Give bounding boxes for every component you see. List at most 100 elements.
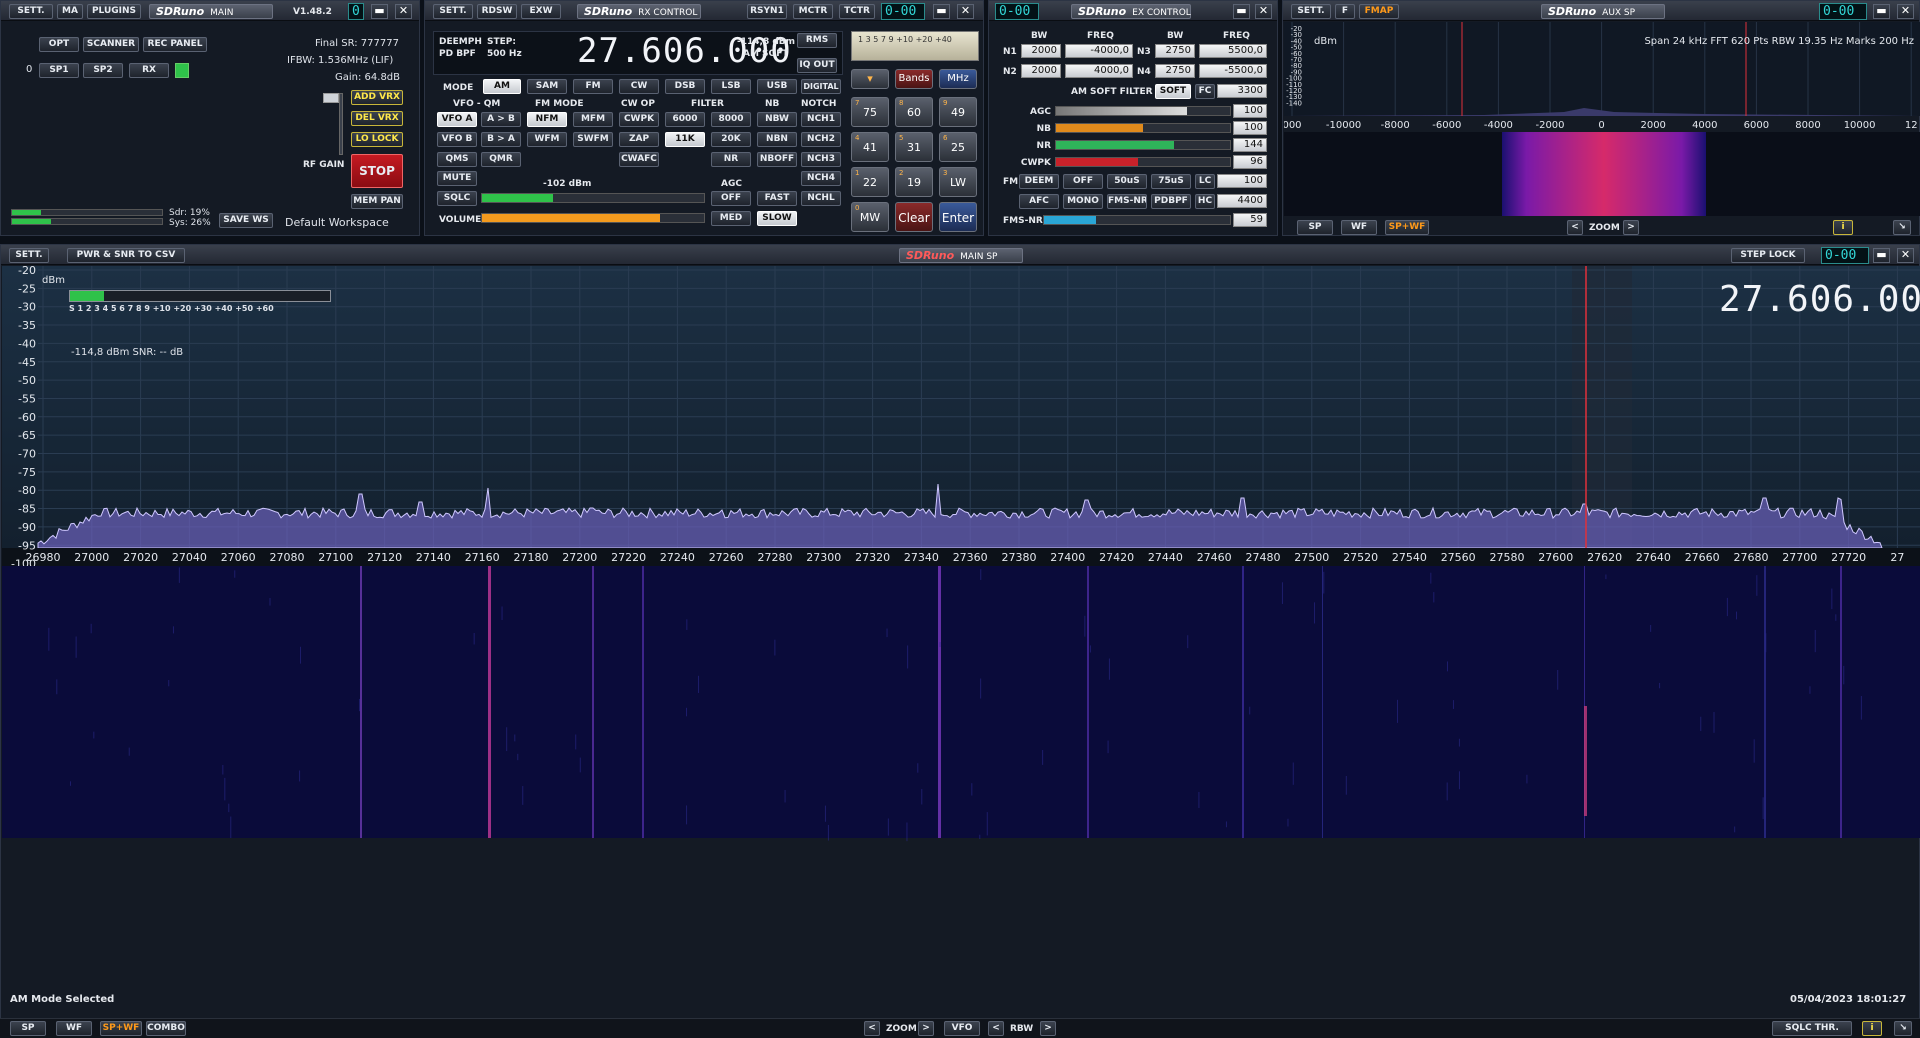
mono-button[interactable]: MONO [1063, 194, 1103, 209]
mode-fm-button[interactable]: FM [573, 79, 613, 94]
mute-button[interactable]: MUTE [437, 171, 477, 186]
aux-spectrum[interactable]: 000 -10000 -8000 -6000 -4000 -2000 0 2000 4000 60… [1284, 22, 1920, 216]
nch2-button[interactable]: NCH2 [801, 132, 841, 147]
sp2-button[interactable]: SP2 [83, 63, 123, 78]
keypad-key-1[interactable]: 1 22 [851, 167, 889, 197]
zoom-next-button[interactable]: > [918, 1021, 934, 1036]
mode-digital-button[interactable]: DIGITAL [801, 79, 841, 94]
deem-button[interactable]: DEEM [1019, 174, 1059, 189]
status-info-button[interactable]: i [1862, 1021, 1882, 1036]
clear-button[interactable]: Clear [895, 202, 933, 232]
mode-am-button[interactable]: AM [483, 79, 521, 94]
keypad-key-6[interactable]: 6 25 [939, 132, 977, 162]
aux-close-icon[interactable]: ✕ [1897, 4, 1914, 19]
rms-button[interactable]: RMS [797, 33, 837, 48]
aux-minimize-icon[interactable]: ▬ [1873, 4, 1890, 19]
mfm-button[interactable]: MFM [573, 112, 613, 127]
a-to-b-button[interactable]: A > B [481, 112, 521, 127]
rsyn1-button[interactable]: RSYN1 [747, 4, 787, 19]
ex-agc-value[interactable]: 100 [1233, 104, 1267, 118]
rf-gain-slider[interactable] [339, 93, 343, 155]
nboff-button[interactable]: NBOFF [757, 152, 797, 167]
filter-20k-button[interactable]: 20K [711, 132, 751, 147]
lo-lock-button[interactable]: LO LOCK [351, 132, 403, 147]
nch1-button[interactable]: NCH1 [801, 112, 841, 127]
n2-bw-field[interactable]: 2000 [1021, 64, 1061, 78]
rx-minimize-icon[interactable]: ▬ [933, 4, 950, 19]
bands-button[interactable]: Bands [895, 69, 933, 89]
mainsp-close-icon[interactable]: ✕ [1897, 248, 1914, 263]
mode-sam-button[interactable]: SAM [527, 79, 567, 94]
afc-button[interactable]: AFC [1019, 194, 1059, 209]
main-ma-button[interactable]: MA [57, 4, 83, 19]
swfm-button[interactable]: SWFM [573, 132, 613, 147]
deem-75us-button[interactable]: 75uS [1151, 174, 1191, 189]
ex-nr-value[interactable]: 144 [1233, 138, 1267, 152]
filter-8000-button[interactable]: 8000 [711, 112, 751, 127]
ex-close-icon[interactable]: ✕ [1255, 4, 1272, 19]
main-spectrum[interactable]: 26980 27000 27020 27040 27060 27080 27100 27120… [2, 266, 1920, 1020]
lc-button[interactable]: LC [1195, 174, 1215, 189]
nbw-button[interactable]: NBW [757, 112, 797, 127]
ex-cwpk-value[interactable]: 96 [1233, 155, 1267, 169]
volume-slider[interactable] [481, 213, 705, 223]
b-to-a-button[interactable]: B > A [481, 132, 521, 147]
agc-fast-button[interactable]: FAST [757, 191, 797, 206]
keypad-key-3[interactable]: 3 LW [939, 167, 977, 197]
mhz-button[interactable]: MHz [939, 69, 977, 89]
hc-button[interactable]: HC [1195, 194, 1215, 209]
minimize-icon[interactable]: ▬ [371, 4, 388, 19]
scanner-button[interactable]: SCANNER [83, 37, 139, 52]
ex-nr-slider[interactable] [1055, 140, 1231, 150]
del-vrx-button[interactable]: DEL VRX [351, 111, 403, 126]
pwr-snr-csv-button[interactable]: PWR & SNR TO CSV [67, 248, 185, 263]
main-sett-button[interactable]: SETT. [9, 4, 53, 19]
aux-info-button[interactable]: i [1833, 220, 1853, 235]
ex-nb-slider[interactable] [1055, 123, 1231, 133]
aux-zoom-next-button[interactable]: > [1623, 220, 1639, 235]
rdsw-button[interactable]: RDSW [477, 4, 517, 19]
nchl-button[interactable]: NCHL [801, 191, 841, 206]
pdbpf-button[interactable]: PDBPF [1151, 194, 1191, 209]
rec-panel-button[interactable]: REC PANEL [143, 37, 207, 52]
rf-gain-slider-knob[interactable] [323, 93, 339, 103]
fms-nr-slider[interactable] [1043, 215, 1231, 225]
n1-bw-field[interactable]: 2000 [1021, 44, 1061, 58]
n1-freq-field[interactable]: -4000,0 [1065, 44, 1133, 58]
vfo-b-button[interactable]: VFO B [437, 132, 477, 147]
aux-wf-button[interactable]: WF [1341, 220, 1377, 235]
qms-button[interactable]: QMS [437, 152, 477, 167]
main-frequency[interactable]: 27.606.000 [1719, 279, 1920, 320]
zap-button[interactable]: ZAP [619, 132, 659, 147]
aux-sett-button[interactable]: SETT. [1291, 4, 1331, 19]
aux-f-button[interactable]: F [1335, 4, 1355, 19]
ex-cwpk-slider[interactable] [1055, 157, 1231, 167]
stop-button[interactable]: STOP [351, 154, 403, 188]
keypad-back-button[interactable]: ▾ [851, 69, 889, 89]
deem-50us-button[interactable]: 50uS [1107, 174, 1147, 189]
keypad-key-4[interactable]: 4 41 [851, 132, 889, 162]
hc-field[interactable]: 4400 [1217, 194, 1267, 208]
fc-field[interactable]: 3300 [1217, 84, 1267, 98]
status-resize-icon[interactable]: ↘ [1894, 1021, 1912, 1036]
agc-slow-button[interactable]: SLOW [757, 211, 797, 226]
zoom-prev-button[interactable]: < [864, 1021, 880, 1036]
keypad-key-5[interactable]: 5 31 [895, 132, 933, 162]
fmap-button[interactable]: FMAP [1359, 4, 1399, 19]
n4-bw-field[interactable]: 2750 [1155, 64, 1195, 78]
main-plugins-button[interactable]: PLUGINS [87, 4, 141, 19]
fms-nr-value[interactable]: 59 [1233, 213, 1267, 227]
aux-sp-button[interactable]: SP [1297, 220, 1333, 235]
n2-freq-field[interactable]: 4000,0 [1065, 64, 1133, 78]
close-icon[interactable]: ✕ [395, 4, 412, 19]
fc-button[interactable]: FC [1195, 84, 1215, 99]
sqlc-button[interactable]: SQLC [437, 191, 477, 206]
filter-6000-button[interactable]: 6000 [665, 112, 705, 127]
nch4-button[interactable]: NCH4 [801, 171, 841, 186]
step-lock-button[interactable]: STEP LOCK [1731, 248, 1805, 263]
mode-lsb-button[interactable]: LSB [711, 79, 751, 94]
keypad-key-2[interactable]: 2 19 [895, 167, 933, 197]
cwafc-button[interactable]: CWAFC [619, 152, 659, 167]
nbn-button[interactable]: NBN [757, 132, 797, 147]
deem-off-button[interactable]: OFF [1063, 174, 1103, 189]
